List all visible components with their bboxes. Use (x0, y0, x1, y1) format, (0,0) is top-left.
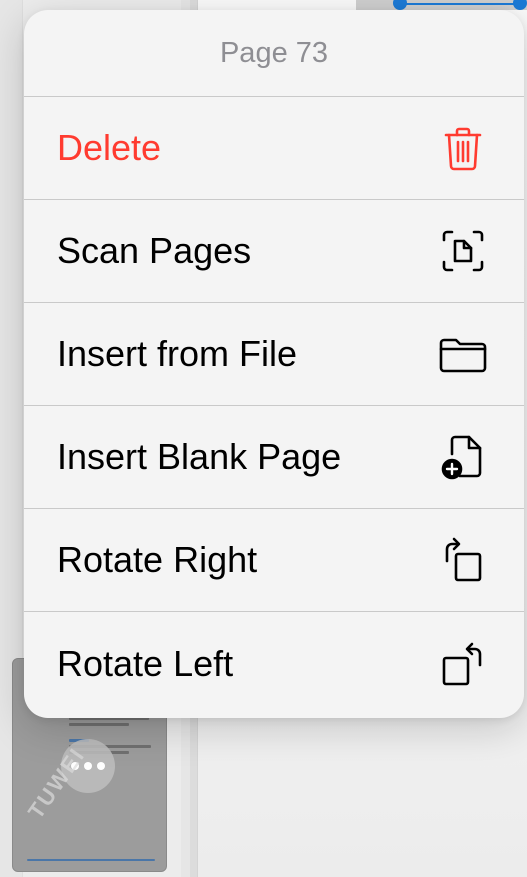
menu-item-label: Rotate Left (57, 642, 234, 684)
scan-pages-button[interactable]: Scan Pages (24, 200, 524, 303)
menu-item-label: Delete (57, 127, 162, 168)
folder-icon (438, 329, 488, 379)
trash-icon (438, 123, 488, 173)
delete-button[interactable]: Delete (24, 97, 524, 200)
menu-title: Page 73 (219, 36, 329, 69)
selection-strip (356, 0, 527, 10)
menu-item-label: Insert from File (57, 333, 298, 374)
add-page-icon (438, 432, 488, 482)
menu-item-label: Insert Blank Page (57, 436, 342, 477)
rotate-left-icon (438, 639, 488, 689)
rotate-left-button[interactable]: Rotate Left (24, 612, 524, 715)
thumb-footer-line (27, 859, 155, 861)
dot (97, 762, 105, 770)
rotate-right-button[interactable]: Rotate Right (24, 509, 524, 612)
selection-line (400, 3, 520, 5)
thumb-text-line (69, 723, 129, 726)
menu-item-label: Scan Pages (57, 230, 252, 271)
rotate-right-icon (438, 535, 488, 585)
menu-header: Page 73 (24, 10, 524, 97)
scan-document-icon (438, 226, 488, 276)
page-context-menu: Page 73 Delete Scan Pages Insert from Fi… (24, 10, 524, 718)
insert-blank-page-button[interactable]: Insert Blank Page (24, 406, 524, 509)
insert-from-file-button[interactable]: Insert from File (24, 303, 524, 406)
menu-item-label: Rotate Right (57, 539, 258, 580)
